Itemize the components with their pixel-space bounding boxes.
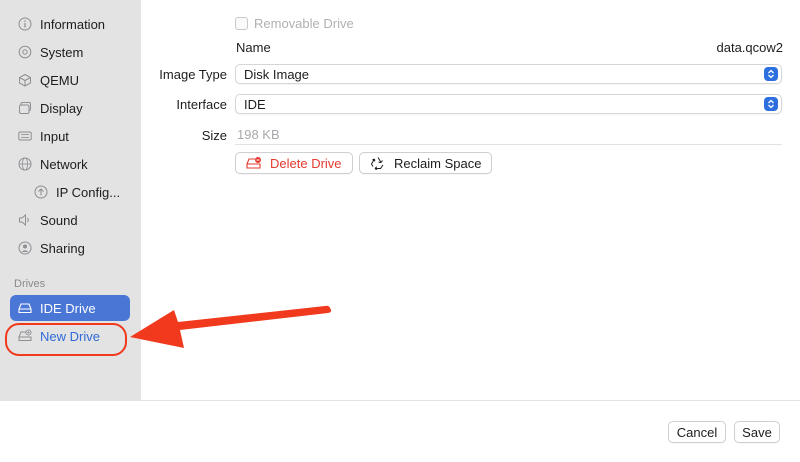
sidebar-item-input[interactable]: Input bbox=[10, 123, 130, 149]
cube-icon bbox=[18, 73, 32, 87]
size-label: Size bbox=[201, 128, 227, 143]
name-value: data.qcow2 bbox=[716, 40, 784, 55]
reclaim-space-label: Reclaim Space bbox=[394, 155, 482, 171]
image-type-label: Image Type bbox=[159, 67, 227, 82]
display-icon bbox=[18, 101, 32, 115]
sidebar-item-label: Network bbox=[40, 156, 88, 172]
sidebar-item-information[interactable]: Information bbox=[10, 11, 130, 37]
image-type-value: Disk Image bbox=[244, 66, 310, 82]
arrow-up-circle-icon bbox=[34, 185, 48, 199]
gear-icon bbox=[18, 45, 32, 59]
drive-delete-icon bbox=[246, 157, 261, 169]
size-placeholder: 198 KB bbox=[237, 127, 280, 142]
sidebar-item-label: IDE Drive bbox=[40, 300, 96, 316]
sidebar-item-label: Information bbox=[40, 16, 106, 32]
sidebar-item-display[interactable]: Display bbox=[10, 95, 130, 121]
sidebar-item-sound[interactable]: Sound bbox=[10, 207, 130, 233]
annotation-highlight-ring bbox=[5, 323, 127, 356]
sidebar-item-label: IP Config... bbox=[56, 184, 121, 200]
checkbox-box[interactable] bbox=[235, 17, 248, 30]
drive-icon bbox=[18, 301, 32, 315]
info-circle-icon bbox=[18, 17, 32, 31]
interface-label: Interface bbox=[176, 97, 227, 112]
delete-drive-button[interactable]: Delete Drive bbox=[235, 152, 353, 174]
sidebar-item-system[interactable]: System bbox=[10, 39, 130, 65]
sidebar-item-label: System bbox=[40, 44, 84, 60]
reclaim-space-button[interactable]: Reclaim Space bbox=[359, 152, 493, 174]
chevron-up-down-icon bbox=[764, 97, 778, 111]
person-circle-icon bbox=[18, 241, 32, 255]
removable-drive-checkbox[interactable]: Removable Drive bbox=[235, 16, 354, 31]
footer-bar: Cancel Save bbox=[0, 400, 800, 462]
delete-drive-label: Delete Drive bbox=[270, 155, 342, 171]
sidebar-item-ide-drive[interactable]: IDE Drive bbox=[10, 295, 130, 321]
chevron-up-down-icon bbox=[764, 67, 778, 81]
sidebar-item-label: QEMU bbox=[40, 72, 79, 88]
cancel-button[interactable]: Cancel bbox=[668, 421, 726, 443]
size-field[interactable]: 198 KB bbox=[235, 125, 782, 145]
sidebar-item-label: Input bbox=[40, 128, 69, 144]
keyboard-icon bbox=[18, 129, 32, 143]
sidebar-item-network[interactable]: Network bbox=[10, 151, 130, 177]
interface-select[interactable]: IDE bbox=[235, 94, 782, 114]
drives-section-header: Drives bbox=[14, 278, 46, 290]
name-label: Name bbox=[236, 40, 271, 55]
removable-drive-label: Removable Drive bbox=[254, 16, 354, 31]
speaker-icon bbox=[18, 213, 32, 227]
sidebar-item-label: Sound bbox=[40, 212, 78, 228]
interface-value: IDE bbox=[244, 96, 266, 112]
image-type-select[interactable]: Disk Image bbox=[235, 64, 782, 84]
drive-settings-panel: Removable Drive Name data.qcow2 Image Ty… bbox=[141, 0, 800, 400]
sidebar-item-label: Display bbox=[40, 100, 83, 116]
save-button[interactable]: Save bbox=[734, 421, 780, 443]
recycle-icon bbox=[370, 157, 384, 170]
sidebar-item-ip-config[interactable]: IP Config... bbox=[26, 179, 136, 205]
sidebar-item-qemu[interactable]: QEMU bbox=[10, 67, 130, 93]
sidebar-item-sharing[interactable]: Sharing bbox=[10, 235, 130, 261]
globe-icon bbox=[18, 157, 32, 171]
sidebar-item-label: Sharing bbox=[40, 240, 85, 256]
